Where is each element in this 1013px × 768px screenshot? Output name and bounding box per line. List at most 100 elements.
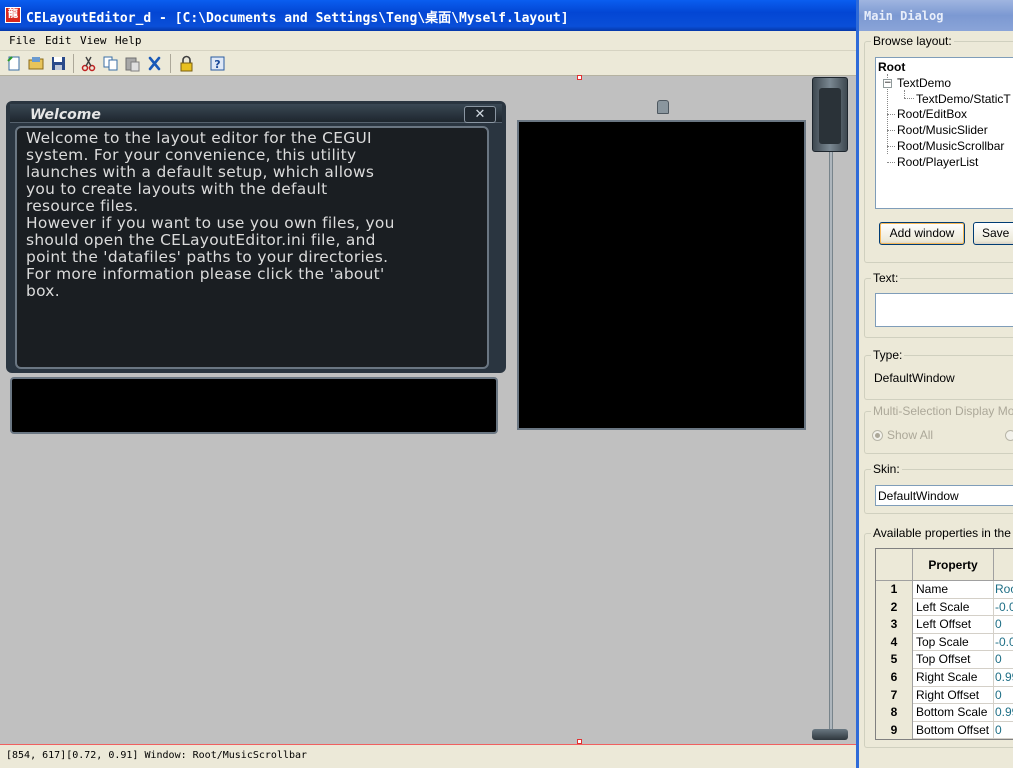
tree-item-musicscrollbar[interactable]: Root/MusicScrollbar bbox=[897, 139, 1004, 153]
new-icon bbox=[7, 56, 20, 71]
row-number: 7 bbox=[876, 686, 913, 705]
text-label: Text: bbox=[871, 271, 901, 285]
menu-view[interactable]: View bbox=[80, 34, 107, 47]
row-number: 9 bbox=[876, 721, 913, 739]
paste-icon bbox=[125, 57, 140, 72]
layout-canvas[interactable]: Welcome ✕ Welcome to the layout editor f… bbox=[0, 75, 858, 744]
property-value[interactable]: Roo bbox=[995, 581, 1013, 599]
toolbar: ? bbox=[0, 51, 858, 76]
menu-file[interactable]: File bbox=[9, 34, 36, 47]
text-field[interactable] bbox=[875, 293, 1013, 327]
tree-root[interactable]: Root bbox=[878, 60, 906, 74]
show-all-radio[interactable] bbox=[872, 430, 883, 441]
status-bar: [854, 617][0.72, 0.91] Window: Root/Musi… bbox=[0, 744, 858, 768]
property-name: Right Scale bbox=[916, 669, 994, 687]
table-row[interactable]: 2Left Scale-0.0 bbox=[876, 598, 1013, 617]
cut-button[interactable] bbox=[79, 54, 98, 73]
copy-icon bbox=[103, 56, 118, 71]
welcome-titlebar[interactable]: Welcome ✕ bbox=[10, 104, 502, 123]
menu-edit[interactable]: Edit bbox=[45, 34, 72, 47]
welcome-body: Welcome to the layout editor for the CEG… bbox=[15, 126, 489, 369]
skin-label: Skin: bbox=[871, 462, 902, 476]
table-row[interactable]: 6Right Scale0.99 bbox=[876, 669, 1013, 687]
welcome-frame[interactable]: Welcome ✕ Welcome to the layout editor f… bbox=[6, 101, 506, 373]
property-value[interactable]: 0 bbox=[995, 616, 1013, 634]
row-number: 5 bbox=[876, 651, 913, 669]
table-row[interactable]: 9 Bottom Offset 0 bbox=[876, 721, 1013, 739]
copy-button[interactable] bbox=[101, 54, 120, 73]
add-window-button[interactable]: Add window bbox=[879, 222, 965, 245]
music-scrollbar-thumb[interactable] bbox=[812, 77, 848, 152]
skin-select-value: DefaultWindow bbox=[878, 489, 959, 503]
svg-text:?: ? bbox=[214, 58, 220, 71]
tree-item-textdemo-static[interactable]: TextDemo/StaticT bbox=[916, 92, 1011, 106]
property-name: Name bbox=[916, 581, 994, 599]
editor-window: 龍 CELayoutEditor_d - [C:\Documents and S… bbox=[0, 0, 858, 768]
collapse-icon[interactable]: − bbox=[883, 79, 892, 88]
property-value[interactable]: -0.0 bbox=[995, 599, 1013, 617]
music-slider-knob[interactable] bbox=[657, 100, 669, 114]
row-number: 8 bbox=[876, 704, 913, 722]
menu-bar: File Edit View Help bbox=[0, 31, 858, 51]
layout-tree[interactable]: Root − TextDemo TextDemo/StaticT Root/Ed… bbox=[875, 57, 1013, 209]
property-name: Bottom Offset bbox=[916, 721, 994, 739]
save-button[interactable] bbox=[49, 54, 68, 73]
close-icon[interactable]: ✕ bbox=[464, 106, 496, 123]
properties-label: Available properties in the bbox=[871, 526, 1013, 540]
table-row[interactable]: 1NameRoo bbox=[876, 581, 1013, 599]
table-row[interactable]: 7 Right Offset 0 bbox=[876, 686, 1013, 705]
edit-box[interactable] bbox=[10, 377, 498, 434]
property-column-header[interactable]: Property bbox=[913, 549, 994, 581]
title-bar[interactable]: 龍 CELayoutEditor_d - [C:\Documents and S… bbox=[0, 0, 858, 31]
row-number: 6 bbox=[876, 669, 913, 687]
delete-icon bbox=[148, 56, 161, 71]
row-number: 4 bbox=[876, 633, 913, 652]
table-row[interactable]: 8Bottom Scale0.99 bbox=[876, 704, 1013, 722]
property-name: Left Scale bbox=[916, 598, 994, 617]
player-list[interactable] bbox=[517, 120, 806, 430]
tree-item-editbox[interactable]: Root/EditBox bbox=[897, 107, 967, 121]
table-row[interactable]: 3 Left Offset 0 bbox=[876, 616, 1013, 634]
welcome-title: Welcome bbox=[30, 107, 101, 123]
selection-handle-top[interactable] bbox=[577, 75, 582, 80]
save-button[interactable]: Save c bbox=[973, 222, 1013, 245]
table-row[interactable]: 5 Top Offset 0 bbox=[876, 651, 1013, 669]
window-title: CELayoutEditor_d - [C:\Documents and Set… bbox=[26, 11, 569, 26]
help-button[interactable]: ? bbox=[208, 54, 227, 73]
grid-corner[interactable] bbox=[876, 549, 913, 581]
tree-item-playerlist[interactable]: Root/PlayerList bbox=[897, 155, 978, 169]
main-dialog: Main Dialog Browse layout: Root − TextDe… bbox=[856, 0, 1013, 768]
property-name: Right Offset bbox=[916, 686, 994, 705]
multi-selection-label: Multi-Selection Display Mod bbox=[871, 404, 1013, 418]
show-all-label: Show All bbox=[887, 428, 934, 442]
property-value[interactable]: -0.0 bbox=[995, 634, 1013, 652]
dialog-titlebar[interactable]: Main Dialog bbox=[859, 0, 1013, 31]
property-grid[interactable]: Property 1NameRoo2Left Scale-0.03Left Of… bbox=[875, 548, 1013, 740]
menu-help[interactable]: Help bbox=[115, 34, 142, 47]
selection-radio[interactable] bbox=[1005, 430, 1013, 441]
new-button[interactable] bbox=[5, 54, 24, 73]
property-value[interactable]: 0 bbox=[995, 687, 1013, 705]
cut-icon bbox=[81, 56, 96, 72]
skin-select[interactable]: DefaultWindow bbox=[875, 485, 1013, 506]
property-name: Top Offset bbox=[916, 651, 994, 669]
app-icon: 龍 bbox=[5, 7, 21, 23]
property-value[interactable]: 0.99 bbox=[995, 704, 1013, 722]
open-button[interactable] bbox=[27, 54, 46, 73]
property-value[interactable]: 0 bbox=[995, 651, 1013, 669]
paste-button[interactable] bbox=[123, 54, 142, 73]
row-number: 3 bbox=[876, 616, 913, 634]
property-value[interactable]: 0.99 bbox=[995, 669, 1013, 687]
lock-button[interactable] bbox=[177, 54, 196, 73]
music-scrollbar-track[interactable] bbox=[829, 77, 833, 734]
property-value[interactable]: 0 bbox=[995, 722, 1013, 739]
table-row[interactable]: 4Top Scale-0.0 bbox=[876, 633, 1013, 652]
music-scrollbar-end[interactable] bbox=[812, 729, 848, 740]
tree-item-textdemo[interactable]: TextDemo bbox=[897, 76, 951, 90]
property-name: Bottom Scale bbox=[916, 704, 994, 722]
property-grid-header: Property bbox=[876, 549, 1013, 581]
delete-button[interactable] bbox=[145, 54, 164, 73]
help-icon: ? bbox=[210, 56, 225, 71]
tree-item-musicslider[interactable]: Root/MusicSlider bbox=[897, 123, 988, 137]
row-number: 2 bbox=[876, 598, 913, 617]
